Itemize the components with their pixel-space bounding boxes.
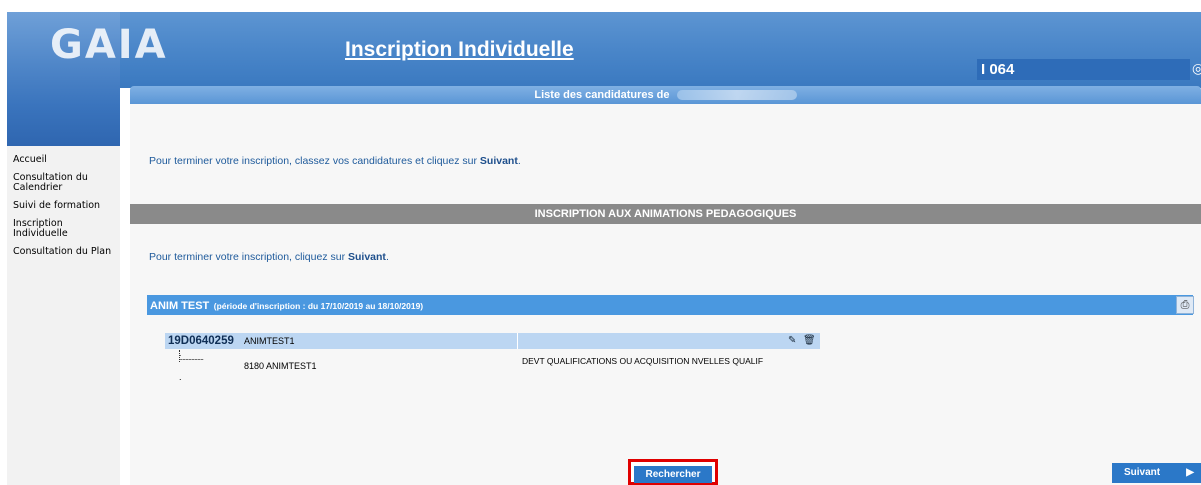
candidatures-title-bar: Liste des candidatures de [130,86,1201,104]
gaia-logo: GAIA [50,22,168,68]
row-code: 19D0640259 [168,335,234,347]
animation-period: (période d'inscription : du 17/10/2019 a… [213,301,424,311]
candidatures-instructions: Pour terminer votre inscription, classez… [149,155,521,167]
section-instructions: Pour terminer votre inscription, cliquez… [149,251,389,263]
sidebar-item-suivi-formation[interactable]: Suivi de formation [13,201,118,211]
edit-icon[interactable]: ✎ [788,333,796,349]
sidebar-item-inscription-individuelle[interactable]: Inscription Individuelle [13,219,118,239]
candidatures-instructions-emph: Suivant [479,155,518,167]
tree-end-dot: . [179,372,182,382]
suivant-label: Suivant [1124,467,1161,478]
section-instructions-end: . [385,251,389,263]
category-label: DEVT QUALIFICATIONS OU ACQUISITION NVELL… [522,356,764,366]
sidebar-item-accueil[interactable]: Accueil [13,155,118,165]
help-icon[interactable]: ◎ [1192,60,1201,78]
animation-header: ANIM TEST (période d'inscription : du 17… [147,295,1193,315]
animation-name: ANIM TEST [150,300,210,312]
rechercher-highlight: Rechercher [628,459,718,485]
section-title: INSCRIPTION AUX ANIMATIONS PEDAGOGIQUES [130,204,1201,224]
row-divider [517,333,518,349]
user-code: I 064 [977,59,1190,80]
table-row: 19D0640259 ANIMTEST1 ✎ 🗑 [165,333,820,349]
arrow-right-icon: ▶ [1186,467,1194,478]
rechercher-button[interactable]: Rechercher [634,466,712,483]
page-title: Inscription Individuelle [345,38,574,61]
trash-icon[interactable]: 🗑 [803,333,816,349]
sidebar-nav: Accueil Consultation du Calendrier Suivi… [13,155,118,265]
candidatures-title: Liste des candidatures de [534,89,670,101]
section-instructions-text: Pour terminer votre inscription, cliquez… [149,251,346,263]
row-label: ANIMTEST1 [244,336,295,346]
tree-dots: :............... [179,352,204,362]
candidatures-instructions-text: Pour terminer votre inscription, classez… [149,155,477,167]
candidatures-instructions-end: . [517,155,521,167]
section-instructions-emph: Suivant [348,251,386,263]
print-icon[interactable]: ⎙ [1176,296,1194,314]
sidebar-item-consultation-plan[interactable]: Consultation du Plan [13,247,118,257]
sub-item-label: 8180 ANIMTEST1 [244,361,317,371]
redacted-name [676,90,797,101]
sidebar-item-consultation-calendrier[interactable]: Consultation du Calendrier [13,173,118,193]
suivant-button[interactable]: Suivant ▶ [1112,463,1201,483]
